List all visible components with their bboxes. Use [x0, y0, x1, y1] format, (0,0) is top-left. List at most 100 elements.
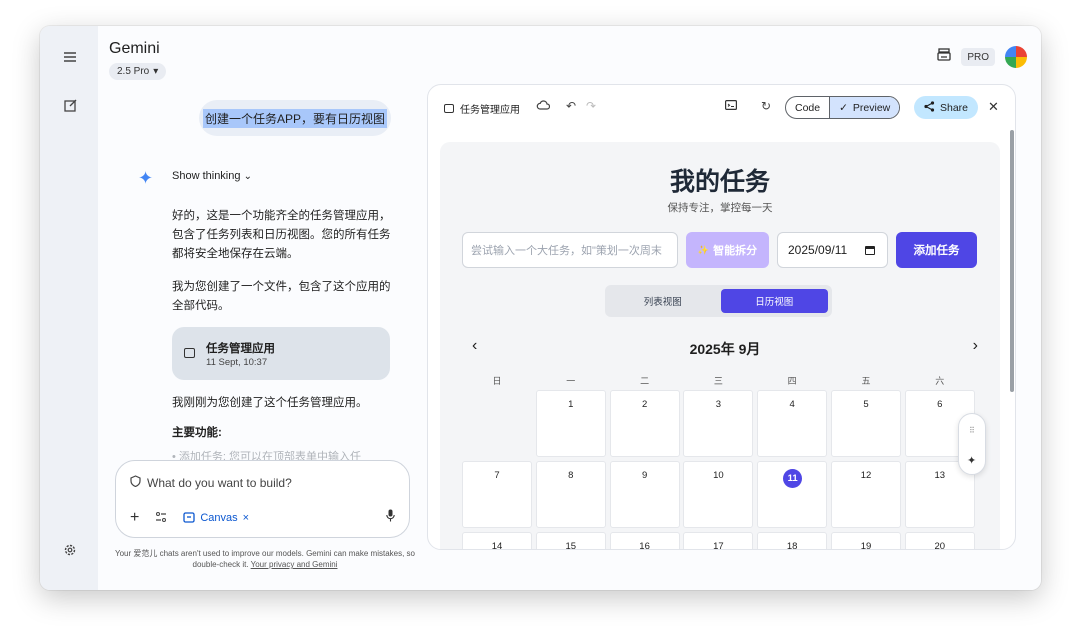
- calendar-day[interactable]: 9: [609, 461, 680, 528]
- calendar-day[interactable]: 16: [609, 532, 680, 549]
- ai-split-label: 智能拆分: [713, 245, 758, 257]
- undo-icon[interactable]: ↶: [566, 99, 576, 113]
- canvas-chip[interactable]: Canvas ×: [183, 511, 249, 526]
- calendar-icon[interactable]: [865, 245, 876, 255]
- tools-icon[interactable]: [155, 511, 167, 526]
- prompt-input[interactable]: What do you want to build?: [130, 475, 292, 490]
- calendar-day[interactable]: 8: [535, 461, 606, 528]
- calendar-day[interactable]: 10: [683, 461, 754, 528]
- task-input-placeholder: 尝试输入一个大任务，如"策划一次周末: [471, 245, 662, 257]
- close-icon[interactable]: ×: [243, 512, 249, 524]
- scrollbar[interactable]: [1010, 130, 1014, 392]
- canvas-panel: 任务管理应用 ↶ ↷ ↻ Code ✓ Preview Share ✕ 我的任务…: [427, 84, 1016, 550]
- prompt-composer[interactable]: What do you want to build? + Canvas ×: [115, 460, 410, 538]
- features-heading: 主要功能:: [172, 427, 222, 439]
- shield-icon: [130, 475, 141, 490]
- tab-code[interactable]: Code: [786, 97, 829, 118]
- close-canvas-icon[interactable]: ✕: [988, 99, 999, 115]
- code-file-icon: [444, 104, 454, 113]
- calendar-day[interactable]: 18: [757, 532, 828, 550]
- tab-calendar-view[interactable]: 日历视图: [720, 289, 828, 313]
- composer-tools: + Canvas ×: [130, 509, 249, 527]
- reply-paragraph-2: 我为您创建了一个文件，包含了这个应用的 全部代码。: [172, 278, 392, 316]
- calendar-day[interactable]: 19: [830, 532, 901, 549]
- task-app-title: 我的任务: [669, 168, 770, 196]
- task-app-subtitle: 保持专注，掌控每一天: [667, 202, 773, 214]
- calendar-day[interactable]: 17: [683, 532, 754, 549]
- avatar[interactable]: [1005, 46, 1027, 68]
- sparkle-icon[interactable]: ✦: [967, 454, 976, 467]
- weekday-header: 日 一 二 三 四 五 六: [462, 374, 977, 390]
- month-title: 2025年 9月: [689, 341, 761, 357]
- show-thinking-toggle[interactable]: Show thinking ⌄: [172, 170, 252, 182]
- calendar-day[interactable]: 4: [757, 390, 828, 457]
- privacy-link[interactable]: Your privacy and Gemini: [251, 560, 338, 569]
- day-number: 15: [565, 541, 577, 550]
- task-input[interactable]: 尝试输入一个大任务，如"策划一次周末: [462, 232, 678, 268]
- calendar-day[interactable]: 20: [904, 532, 975, 549]
- gemini-spark-icon: ✦: [138, 168, 154, 188]
- calendar-day[interactable]: 3: [683, 390, 754, 457]
- microphone-icon[interactable]: [386, 509, 395, 525]
- print-icon[interactable]: [937, 48, 951, 66]
- calendar-day[interactable]: 14: [462, 532, 532, 549]
- tab-list-view[interactable]: 列表视图: [609, 289, 717, 313]
- share-button[interactable]: Share: [914, 96, 979, 119]
- drag-handle-icon[interactable]: ⠿: [969, 426, 975, 435]
- day-number: 8: [568, 470, 574, 481]
- reply-line: 我为您创建了一个文件，包含了这个应用的: [172, 281, 391, 293]
- user-message: 创建一个任务APP，要有日历视图: [199, 100, 391, 136]
- day-number: 2: [641, 399, 648, 410]
- floating-tools[interactable]: ⠿ ✦: [958, 413, 986, 475]
- disclaimer: Your 爱范儿 chats aren't used to improve ou…: [110, 548, 420, 570]
- calendar-empty-cell: [462, 390, 532, 457]
- user-message-text: 创建一个任务APP，要有日历视图: [202, 108, 387, 128]
- code-file-icon: [184, 348, 195, 358]
- tab-preview[interactable]: ✓ Preview: [829, 97, 900, 118]
- reply-line: 好的，这是一个功能齐全的任务管理应用，: [172, 210, 391, 222]
- day-number: 18: [786, 541, 798, 550]
- side-rail: [40, 26, 98, 590]
- canvas-title: 任务管理应用: [444, 101, 520, 116]
- share-icon: [924, 100, 935, 115]
- calendar-day-today[interactable]: 11: [757, 461, 828, 528]
- reply-paragraph-1: 好的，这是一个功能齐全的任务管理应用， 包含了任务列表和日历视图。您的所有任务 …: [172, 207, 392, 264]
- menu-icon[interactable]: [61, 48, 79, 66]
- add-task-button[interactable]: 添加任务: [896, 232, 977, 268]
- reply-line: 都将安全地保存在云端。: [172, 248, 299, 260]
- redo-icon[interactable]: ↷: [586, 99, 596, 113]
- model-selector[interactable]: 2.5 Pro ▾: [109, 63, 167, 80]
- cloud-save-icon[interactable]: [536, 99, 551, 113]
- canvas-icon: [183, 511, 195, 526]
- file-card-timestamp: 11 Sept, 10:37: [206, 357, 268, 368]
- reply-line: 包含了任务列表和日历视图。您的所有任务: [172, 229, 391, 241]
- show-thinking-label: Show thinking: [172, 170, 241, 182]
- day-number: 10: [713, 470, 724, 481]
- calendar-day[interactable]: 7: [462, 461, 532, 528]
- calendar-day[interactable]: 15: [535, 532, 606, 550]
- canvas-title-text: 任务管理应用: [460, 105, 520, 116]
- calendar-day[interactable]: 2: [609, 390, 680, 457]
- browser-window: Gemini 2.5 Pro ▾ PRO 创建一个任务APP，要有日历视图 ✦ …: [40, 26, 1041, 590]
- calendar-day[interactable]: 12: [830, 461, 901, 528]
- app-brand: Gemini: [109, 40, 160, 57]
- model-label: 2.5 Pro: [117, 66, 150, 77]
- weekday-label: 六: [935, 376, 945, 386]
- refresh-icon[interactable]: ↻: [761, 99, 771, 113]
- canvas-toolbar: 任务管理应用 ↶ ↷ ↻ Code ✓ Preview Share ✕: [428, 85, 1015, 131]
- add-icon[interactable]: +: [130, 509, 139, 527]
- calendar-day[interactable]: 1: [535, 390, 606, 457]
- day-number: 5: [863, 399, 869, 410]
- day-number: 12: [860, 470, 872, 481]
- check-icon: ✓: [839, 101, 848, 114]
- settings-icon[interactable]: [61, 541, 79, 559]
- date-picker[interactable]: 2025/09/11: [777, 232, 888, 268]
- pro-badge: PRO: [961, 48, 995, 66]
- file-card[interactable]: 任务管理应用 11 Sept, 10:37: [172, 327, 390, 380]
- calendar-day[interactable]: 5: [830, 390, 901, 457]
- ai-split-button[interactable]: ✨ 智能拆分: [686, 232, 769, 268]
- chevron-right-icon[interactable]: ›: [973, 337, 978, 355]
- sparkle-icon: ✨: [697, 244, 710, 255]
- console-icon[interactable]: [725, 99, 738, 113]
- new-chat-icon[interactable]: [61, 96, 79, 114]
